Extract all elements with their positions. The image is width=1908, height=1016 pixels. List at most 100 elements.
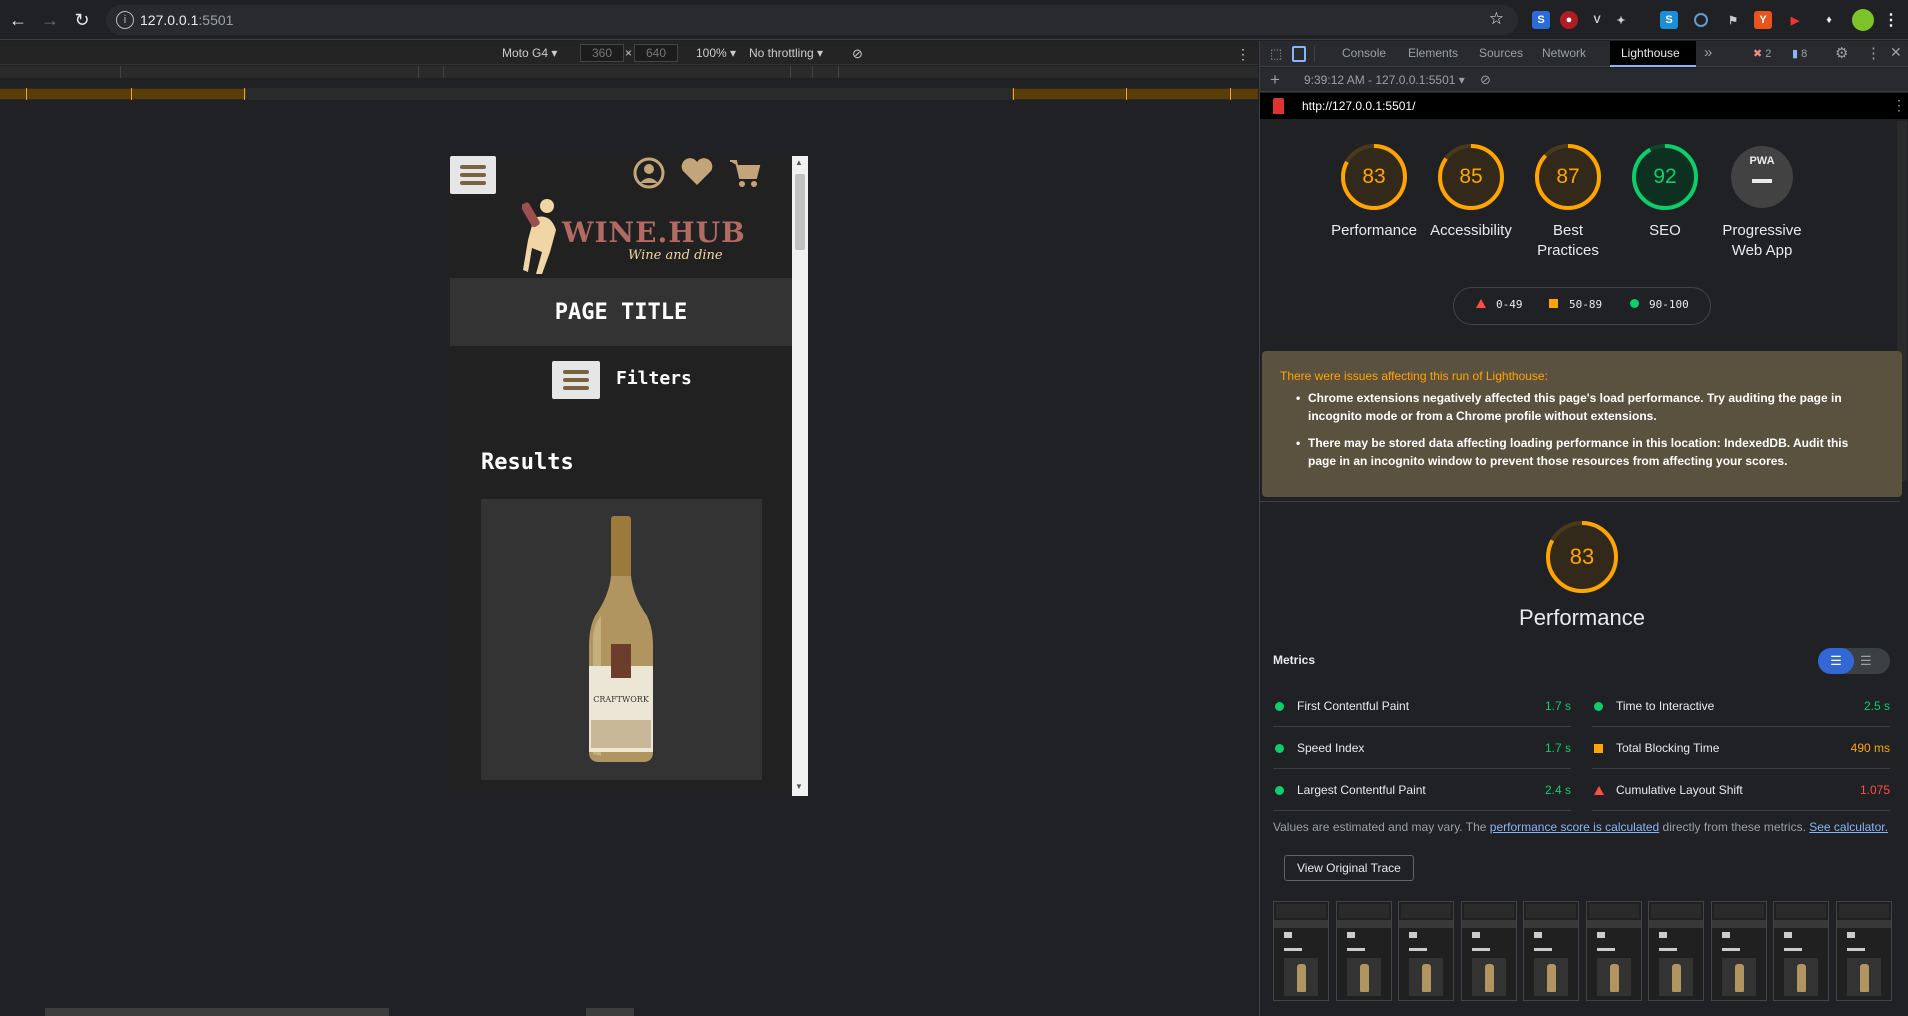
filters-toggle-button[interactable]: [552, 361, 600, 399]
extension-tool-icon[interactable]: ✦: [1612, 11, 1630, 29]
ruler-segment-left: [0, 89, 246, 99]
metrics-view-toggle[interactable]: ☰ ☰: [1818, 648, 1890, 674]
tab-sources[interactable]: Sources: [1479, 46, 1523, 60]
devtools-menu-icon[interactable]: ⋮: [1866, 44, 1881, 62]
score-gauge-performance[interactable]: 83 Performance: [1324, 143, 1424, 263]
score-calculated-link[interactable]: performance score is calculated: [1490, 820, 1659, 834]
message-count[interactable]: ▮ 8: [1792, 47, 1807, 60]
extensions-puzzle-icon[interactable]: ♦: [1820, 11, 1838, 29]
performance-score: 83: [1569, 544, 1595, 569]
menu-hamburger-button[interactable]: [450, 156, 496, 194]
error-count-value: 2: [1765, 48, 1772, 60]
forward-icon[interactable]: →: [38, 8, 62, 32]
page-scrollbar[interactable]: ▲ ▼: [792, 156, 808, 796]
report-select-value: 9:39:12 AM - 127.0.0.1:5501: [1304, 73, 1456, 87]
back-icon[interactable]: ←: [6, 8, 30, 32]
cart-icon[interactable]: [728, 158, 762, 188]
more-tabs-icon[interactable]: »: [1704, 44, 1712, 61]
account-icon[interactable]: [632, 156, 668, 190]
horizontal-scroll-thumb[interactable]: [586, 1008, 634, 1016]
extension-flag-icon[interactable]: ⚑: [1724, 11, 1742, 29]
wine-hub-logo-figure: [522, 199, 556, 274]
browser-menu-icon[interactable]: ⋮: [1882, 11, 1900, 29]
reload-icon[interactable]: ↻: [70, 8, 94, 32]
warning-text-2: There may be stored data affecting loadi…: [1308, 436, 1849, 468]
clear-reports-icon[interactable]: ⊘: [1480, 72, 1491, 88]
filters-label[interactable]: Filters: [616, 368, 692, 389]
score-gauge-seo[interactable]: 92 SEO: [1615, 143, 1715, 263]
metric-value: 2.4 s: [1544, 783, 1571, 797]
filmstrip-frame[interactable]: [1773, 901, 1829, 1001]
device-select[interactable]: Moto G4 ▾: [502, 46, 557, 60]
filmstrip-frame[interactable]: [1335, 901, 1392, 1001]
extension-s-icon[interactable]: S: [1532, 11, 1550, 29]
rotate-icon[interactable]: ⊘: [852, 46, 863, 62]
profile-avatar[interactable]: [1852, 9, 1874, 31]
scroll-up-icon[interactable]: ▲: [795, 158, 803, 167]
filmstrip-frame[interactable]: [1273, 901, 1329, 1001]
score-gauge-accessibility[interactable]: 85 Accessibility: [1421, 143, 1521, 263]
metrics-note: Values are estimated and may vary. The p…: [1273, 820, 1890, 834]
extension-y-icon[interactable]: Y: [1754, 11, 1772, 29]
metric-name: Time to Interactive: [1616, 699, 1715, 713]
extension-circle-icon[interactable]: [1694, 13, 1708, 27]
filmstrip-frame[interactable]: [1648, 901, 1704, 1001]
see-calculator-link[interactable]: See calculator.: [1809, 820, 1888, 834]
device-width-input[interactable]: 360: [580, 44, 624, 62]
ruler-segment-right: [1012, 89, 1258, 99]
extension-v-icon[interactable]: V: [1588, 11, 1606, 29]
settings-gear-icon[interactable]: ⚙: [1835, 44, 1848, 62]
media-query-bar[interactable]: [0, 66, 1258, 78]
legend-fail: 0-49: [1496, 298, 1523, 311]
extension-s2-icon[interactable]: S: [1660, 11, 1678, 29]
compact-view-icon[interactable]: ☰: [1818, 648, 1854, 674]
report-menu-icon[interactable]: ⋮: [1892, 97, 1906, 114]
scrollbar-thumb[interactable]: [795, 174, 805, 250]
pass-circle-icon: [1594, 702, 1603, 711]
score-legend: 0-49 50-89 90-100: [1453, 287, 1711, 325]
extension-video-icon[interactable]: ▶: [1786, 11, 1804, 29]
tab-elements[interactable]: Elements: [1408, 46, 1458, 60]
expanded-view-icon[interactable]: ☰: [1860, 653, 1872, 669]
address-url: 127.0.0.1:5501: [140, 12, 233, 28]
device-toolbar: Moto G4 ▾ 360 × 640 100% ▾ No throttling…: [0, 41, 1258, 65]
product-card[interactable]: CRAFTWORK: [481, 499, 762, 780]
inspect-element-icon[interactable]: ⬚: [1270, 46, 1282, 62]
tab-lighthouse[interactable]: Lighthouse: [1610, 41, 1696, 67]
warning-item: • There may be stored data affecting load…: [1296, 436, 1849, 468]
device-height-input[interactable]: 640: [634, 44, 678, 62]
device-more-icon[interactable]: ⋮: [1236, 46, 1250, 63]
gauge-label: Progressive Web App: [1712, 221, 1812, 261]
score-gauge-best[interactable]: 87 Best Practices: [1518, 143, 1618, 263]
filmstrip-frame[interactable]: [1585, 901, 1642, 1001]
filmstrip-frame[interactable]: [1710, 901, 1767, 1001]
pass-circle-icon: [1275, 786, 1284, 795]
filmstrip-frame[interactable]: [1398, 901, 1454, 1001]
bookmark-star-icon[interactable]: ☆: [1489, 9, 1504, 29]
filmstrip-frame[interactable]: [1835, 901, 1892, 1001]
throttling-select[interactable]: No throttling ▾: [749, 46, 823, 60]
horizontal-scrollbar[interactable]: [45, 1008, 389, 1016]
zoom-select[interactable]: 100% ▾: [696, 46, 736, 60]
close-devtools-icon[interactable]: ✕: [1890, 44, 1902, 61]
metric-value: 1.075: [1859, 783, 1890, 797]
metrics-table: First Contentful Paint 1.7 s Time to Inter…: [1273, 685, 1890, 811]
metric-row: Time to Interactive 2.5 s: [1592, 685, 1890, 727]
tab-network[interactable]: Network: [1542, 46, 1586, 60]
report-select[interactable]: 9:39:12 AM - 127.0.0.1:5501 ▾: [1304, 73, 1465, 87]
device-toggle-icon[interactable]: [1292, 46, 1306, 62]
error-count[interactable]: ✖ 2: [1753, 47, 1771, 60]
view-original-trace-button[interactable]: View Original Trace: [1284, 855, 1414, 881]
filmstrip-frame[interactable]: [1523, 901, 1579, 1001]
gauge-label-line: Practices: [1537, 242, 1599, 259]
site-info-icon[interactable]: i: [116, 11, 134, 29]
wishlist-heart-icon[interactable]: [680, 157, 714, 187]
extension-red-icon[interactable]: ●: [1560, 11, 1578, 29]
tab-console[interactable]: Console: [1342, 46, 1386, 60]
address-bar[interactable]: i 127.0.0.1:5501 ☆: [106, 5, 1518, 35]
score-gauge-progressive[interactable]: PWA Progressive Web App: [1712, 143, 1812, 263]
scroll-down-icon[interactable]: ▼: [795, 782, 803, 791]
report-url[interactable]: http://127.0.0.1:5501/: [1302, 99, 1415, 113]
new-report-icon[interactable]: +: [1270, 70, 1280, 90]
filmstrip-frame[interactable]: [1460, 901, 1517, 1001]
